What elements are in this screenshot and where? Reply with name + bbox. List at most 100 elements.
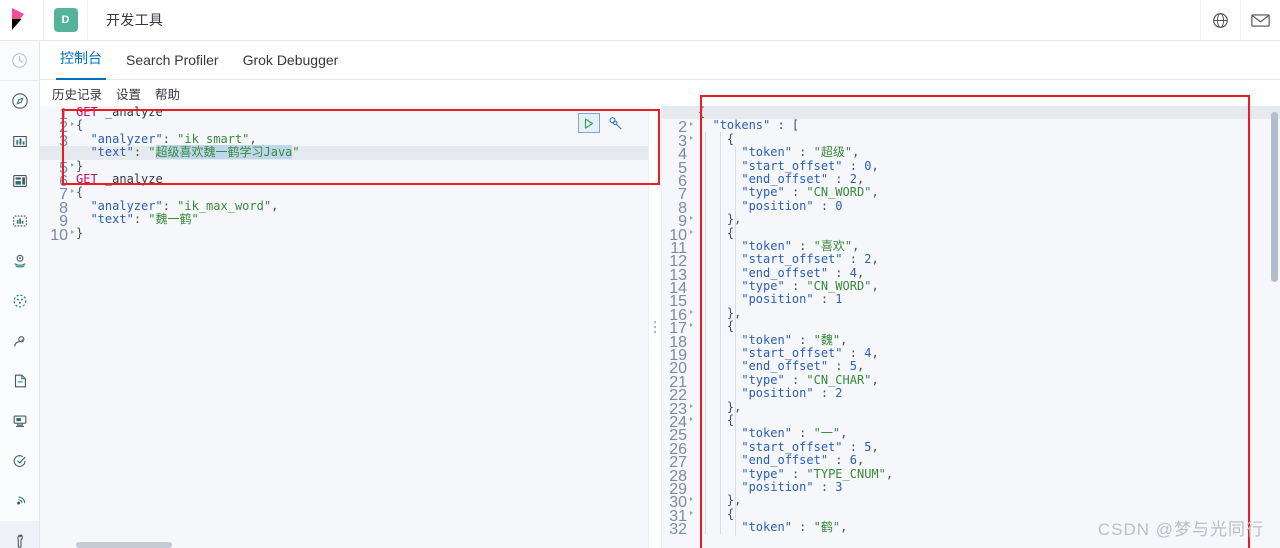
code-line: "start_offset" : 0, bbox=[698, 158, 1280, 173]
line-number: 9 bbox=[59, 213, 68, 231]
fold-caret-icon[interactable] bbox=[689, 510, 693, 515]
submenu-item-help[interactable]: 帮助 bbox=[155, 84, 180, 103]
code-token: "end_offset" bbox=[741, 171, 829, 186]
dashboard-layout-icon bbox=[12, 175, 27, 187]
code-line: { bbox=[698, 413, 1280, 427]
code-token: "text" bbox=[90, 145, 134, 160]
fold-caret-icon[interactable] bbox=[689, 122, 693, 127]
fold-caret-icon[interactable] bbox=[70, 189, 74, 194]
panel-splitter[interactable] bbox=[648, 106, 662, 548]
fold-caret-icon[interactable] bbox=[689, 416, 693, 421]
line-number: 21 bbox=[669, 373, 687, 391]
help-button[interactable] bbox=[1200, 0, 1240, 41]
fold-caret-icon[interactable] bbox=[70, 162, 74, 167]
sidebar-item-uptime[interactable] bbox=[0, 441, 39, 481]
sidebar-item-discover[interactable] bbox=[0, 81, 39, 121]
code-line: "type" : "CN_WORD", bbox=[698, 186, 1280, 199]
code-token: , bbox=[840, 520, 848, 535]
send-request-button[interactable] bbox=[578, 113, 600, 133]
output-vertical-scrollbar[interactable] bbox=[1269, 106, 1280, 548]
code-token: "start_offset" bbox=[741, 439, 843, 454]
line-number: 19 bbox=[669, 347, 687, 365]
sidebar-item-siem[interactable] bbox=[0, 481, 39, 521]
fold-caret-icon[interactable] bbox=[689, 323, 693, 328]
sidebar-item-recently-viewed[interactable] bbox=[0, 41, 39, 81]
indent-guide bbox=[720, 132, 721, 534]
code-line: "end_offset" : 2, bbox=[698, 171, 1280, 186]
submenu-item-history[interactable]: 历史记录 bbox=[52, 84, 102, 103]
code-token: GET bbox=[76, 171, 98, 186]
canvas-presentation-icon bbox=[12, 215, 27, 227]
code-line: } bbox=[76, 158, 648, 173]
sidebar-item-dev-tools[interactable] bbox=[0, 521, 39, 548]
code-token: , bbox=[856, 453, 865, 468]
request-editor[interactable]: 12345678910 GET _analyze{ "analyzer": "i… bbox=[40, 106, 648, 548]
line-number: 8 bbox=[678, 199, 687, 217]
code-token: " bbox=[148, 145, 156, 160]
code-token: , bbox=[852, 145, 860, 160]
kibana-logo-button[interactable] bbox=[0, 0, 44, 41]
code-token: : [ bbox=[770, 118, 800, 133]
code-token: 2 bbox=[835, 386, 843, 401]
line-number: 10 bbox=[43, 227, 74, 244]
fold-caret-icon[interactable] bbox=[70, 229, 74, 234]
fold-caret-icon[interactable] bbox=[689, 497, 693, 502]
dev-tools-tabs: 控制台 Search Profiler Grok Debugger bbox=[40, 41, 1280, 80]
visualize-bar-chart-icon bbox=[12, 135, 27, 147]
fold-caret-icon[interactable] bbox=[689, 309, 693, 314]
code-token: "end_offset" bbox=[741, 453, 829, 468]
space-badge: D bbox=[53, 8, 78, 32]
sidebar-item-canvas[interactable] bbox=[0, 201, 39, 241]
global-nav-sidebar bbox=[0, 41, 40, 548]
code-token: : bbox=[784, 372, 807, 387]
line-number: 11 bbox=[670, 239, 687, 257]
code-line: { bbox=[698, 226, 1280, 240]
sidebar-item-dashboard[interactable] bbox=[0, 161, 39, 201]
editor-code-area[interactable]: GET _analyze{ "analyzer": "ik_smart", "t… bbox=[76, 106, 648, 548]
code-token: , bbox=[840, 426, 848, 441]
mail-button[interactable] bbox=[1240, 0, 1280, 41]
sidebar-item-apm[interactable] bbox=[0, 401, 39, 441]
code-token: , bbox=[856, 265, 865, 280]
sidebar-item-maps[interactable] bbox=[0, 241, 39, 281]
play-triangle-icon bbox=[584, 117, 594, 129]
line-number: 23 bbox=[662, 401, 693, 418]
sidebar-item-logs[interactable] bbox=[0, 361, 39, 401]
line-number: 1 bbox=[59, 106, 68, 123]
fold-caret-icon[interactable] bbox=[689, 229, 693, 234]
output-line-numbers: 1234567891011121314151617181920212223242… bbox=[662, 106, 693, 548]
line-number: 5 bbox=[678, 159, 687, 177]
code-line: { bbox=[76, 186, 648, 199]
request-options-button[interactable] bbox=[606, 114, 624, 132]
fold-caret-icon[interactable] bbox=[70, 122, 74, 127]
tab-search-profiler[interactable]: Search Profiler bbox=[114, 52, 231, 79]
code-token: : bbox=[842, 158, 865, 173]
response-output[interactable]: 1234567891011121314151617181920212223242… bbox=[662, 106, 1280, 548]
code-token: 超级喜欢魏一鹤学习Java bbox=[155, 145, 293, 160]
fold-caret-icon[interactable] bbox=[689, 216, 693, 221]
fold-caret-icon[interactable] bbox=[689, 135, 693, 140]
output-code-area[interactable]: { "tokens" : [ { "token" : "超级", "start_… bbox=[698, 106, 1280, 548]
code-token: GET bbox=[76, 106, 98, 119]
output-scrollbar-thumb[interactable] bbox=[1271, 112, 1278, 282]
tab-grok-debugger[interactable]: Grok Debugger bbox=[231, 52, 351, 79]
code-token: } bbox=[76, 158, 84, 173]
indent-guide bbox=[735, 146, 736, 536]
line-number: 7 bbox=[678, 186, 687, 204]
sidebar-item-machine-learning[interactable] bbox=[0, 281, 39, 321]
code-line: "text": "超级喜欢魏一鹤学习Java" bbox=[76, 145, 648, 160]
editor-horizontal-scrollbar[interactable] bbox=[76, 542, 172, 548]
submenu-item-settings[interactable]: 设置 bbox=[116, 84, 141, 103]
code-token: "token" bbox=[741, 520, 792, 535]
line-number: 28 bbox=[669, 467, 687, 485]
sidebar-item-visualize[interactable] bbox=[0, 121, 39, 161]
sidebar-item-infrastructure[interactable] bbox=[0, 321, 39, 361]
space-selector[interactable]: D bbox=[44, 0, 88, 41]
tab-console[interactable]: 控制台 bbox=[48, 48, 114, 80]
code-token: , bbox=[871, 372, 879, 387]
fold-caret-icon[interactable] bbox=[689, 403, 693, 408]
code-token: : bbox=[813, 479, 836, 494]
